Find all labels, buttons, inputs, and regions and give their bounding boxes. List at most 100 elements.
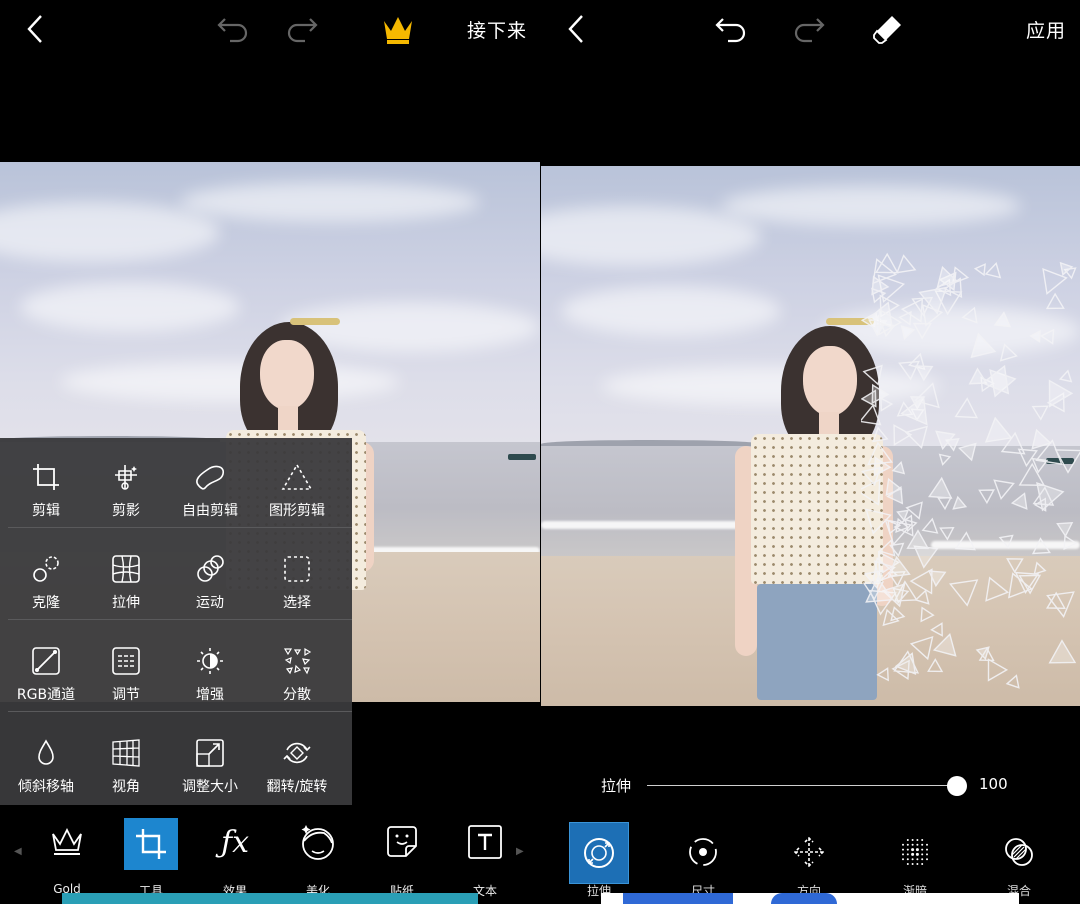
fragment-triangle <box>984 262 1002 279</box>
tool-motion[interactable]: 运动 <box>166 530 254 621</box>
crop-tool-icon <box>136 829 166 859</box>
crown-icon <box>384 17 412 44</box>
fragment-triangle <box>928 476 953 499</box>
back-button[interactable] <box>20 10 50 48</box>
fragment-triangle <box>1006 558 1024 574</box>
left-screen: 接下来 剪辑 剪影 自由剪辑 图形剪辑 克隆 拉伸 运动 选择 RGB通道 调节… <box>0 0 540 904</box>
fragment-triangle <box>1056 522 1074 538</box>
stretch-brush-icon <box>584 838 614 868</box>
tool-disperse[interactable]: 分散 <box>253 622 341 713</box>
tab-direction[interactable]: 方向 <box>779 822 839 898</box>
tool-shape-crop[interactable]: 图形剪辑 <box>253 438 341 529</box>
fade-icon <box>902 839 928 865</box>
fragment-triangle <box>1033 561 1047 576</box>
fragment-triangle <box>913 545 939 569</box>
redo-icon <box>794 18 825 43</box>
crown-outline-icon <box>52 827 82 855</box>
rgb-curve-icon <box>32 647 60 675</box>
undo-button[interactable] <box>711 10 751 48</box>
fragment-triangle <box>1059 261 1074 277</box>
tab-beautify[interactable]: 美化 <box>288 816 348 898</box>
tools-row: 剪辑 剪影 自由剪辑 图形剪辑 <box>0 438 352 529</box>
fragment-triangle <box>904 425 928 450</box>
tab-text[interactable]: 文本 <box>455 816 515 898</box>
photo-canvas[interactable] <box>541 166 1080 706</box>
tab-fade[interactable]: 渐暗 <box>885 822 945 898</box>
slider-knob[interactable] <box>947 776 967 796</box>
fragment-triangle <box>1018 574 1042 595</box>
fragment-triangle <box>961 306 978 324</box>
apply-button[interactable]: 应用 <box>1021 10 1071 48</box>
tab-tools[interactable]: 工具 <box>121 816 181 898</box>
size-icon <box>689 838 717 866</box>
tab-effects[interactable]: ƒx 效果 <box>205 816 265 899</box>
tool-flip-rotate[interactable]: 翻转/旋转 <box>253 714 341 805</box>
back-button[interactable] <box>561 10 591 48</box>
tool-resize[interactable]: 调整大小 <box>166 714 254 805</box>
text-icon <box>468 825 502 859</box>
eraser-icon <box>873 16 901 44</box>
tool-label: 翻转/旋转 <box>266 779 328 795</box>
stretch-slider[interactable]: 拉伸 100 <box>541 770 1080 800</box>
tool-label: 选择 <box>283 595 311 611</box>
fragment-triangle <box>1045 292 1065 310</box>
stretch-icon <box>112 555 140 583</box>
fragment-triangle <box>998 534 1014 549</box>
fragment-triangle <box>861 404 882 426</box>
fragment-triangle <box>1031 405 1049 421</box>
fragment-triangle <box>1046 591 1075 618</box>
undo-icon <box>715 18 746 43</box>
fragment-triangle <box>978 489 995 505</box>
fragment-triangle <box>1029 330 1041 343</box>
clone-icon <box>33 556 59 582</box>
fragment-triangle <box>939 526 955 541</box>
tab-gold[interactable]: Gold <box>37 816 97 896</box>
fragment-triangle <box>1036 481 1065 512</box>
slider-value: 100 <box>979 775 1008 793</box>
right-screen: 应用 拉伸 100 拉伸 尺寸 方向 渐暗 混合 <box>541 0 1080 904</box>
eraser-button[interactable] <box>868 10 908 48</box>
tool-select[interactable]: 选择 <box>253 530 341 621</box>
tab-size[interactable]: 尺寸 <box>673 822 733 898</box>
fragment-triangle <box>1058 369 1073 383</box>
tab-sticker[interactable]: 贴纸 <box>372 816 432 898</box>
fragment-triangle <box>905 501 923 520</box>
fragment-triangle <box>984 416 1013 443</box>
select-icon <box>284 556 310 582</box>
fragment-triangle <box>909 568 933 595</box>
fragment-triangle <box>973 263 986 277</box>
gold-crown-button[interactable] <box>378 10 418 48</box>
fragment-triangle <box>920 606 935 623</box>
resize-icon <box>196 739 224 767</box>
tab-stretch[interactable]: 拉伸 <box>569 822 629 898</box>
fragment-triangle <box>865 508 892 535</box>
fragment-triangle <box>1005 674 1020 689</box>
bottom-toolbar: 拉伸 尺寸 方向 渐暗 混合 <box>541 820 1080 904</box>
tools-menu: 剪辑 剪影 自由剪辑 图形剪辑 克隆 拉伸 运动 选择 RGB通道 调节 增强 … <box>0 438 352 805</box>
redo-button[interactable] <box>789 10 829 48</box>
fragment-triangle <box>970 332 997 359</box>
redo-button[interactable] <box>282 10 322 48</box>
tool-label: 分散 <box>283 687 311 703</box>
fragment-triangle <box>876 667 889 682</box>
tool-enhance[interactable]: 增强 <box>166 622 254 713</box>
fragment-triangle <box>890 606 906 622</box>
tab-blend[interactable]: 混合 <box>989 822 1049 898</box>
scroll-right-icon[interactable]: ▶ <box>516 846 524 857</box>
undo-button[interactable] <box>213 10 253 48</box>
fragment-triangle <box>906 529 930 550</box>
scroll-left-icon[interactable]: ◀ <box>14 846 22 857</box>
disperse-fragments <box>861 252 1080 689</box>
next-button[interactable]: 接下来 <box>462 10 532 48</box>
fragment-triangle <box>985 576 1010 602</box>
fragment-triangle <box>921 517 939 534</box>
chevron-left-icon <box>27 15 42 43</box>
top-bar: 接下来 <box>0 0 540 58</box>
fragment-triangle <box>993 311 1012 328</box>
fragment-triangle <box>952 495 968 510</box>
bottom-strip <box>601 893 1019 904</box>
tool-free-crop[interactable]: 自由剪辑 <box>166 438 254 529</box>
fragment-triangle <box>891 461 906 475</box>
slider-track[interactable] <box>647 785 957 786</box>
fragment-triangle <box>930 622 943 637</box>
